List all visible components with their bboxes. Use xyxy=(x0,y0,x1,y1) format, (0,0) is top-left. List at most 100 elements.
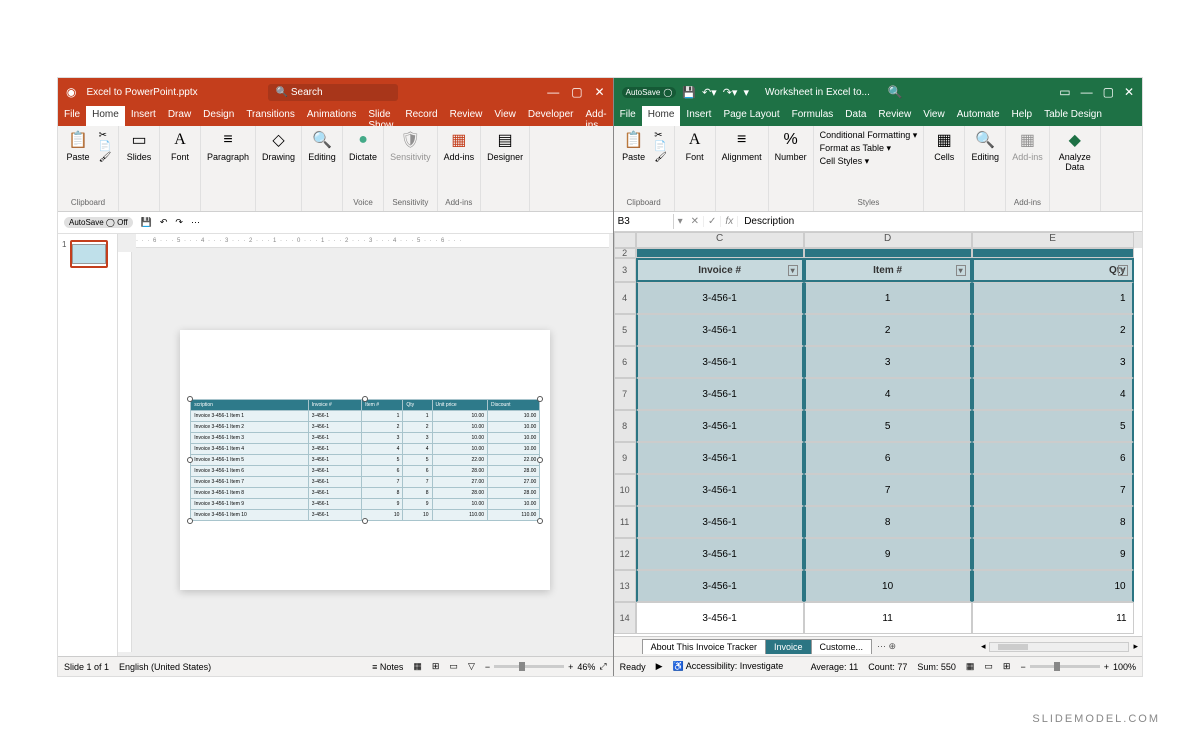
cell-D13[interactable]: 10 xyxy=(804,570,972,602)
row-14[interactable]: 143-456-11111 xyxy=(614,602,1142,634)
view-normal-icon[interactable]: ▦ xyxy=(413,661,422,672)
autosave-toggle[interactable]: AutoSave ◯ Off xyxy=(64,217,133,228)
cell-D2[interactable] xyxy=(804,248,972,258)
lang-status[interactable]: English (United States) xyxy=(119,662,211,672)
selection-handle[interactable] xyxy=(537,518,543,524)
redo-icon[interactable]: ↷▾ xyxy=(723,86,738,99)
ex-tab-view[interactable]: View xyxy=(917,106,951,126)
sensitivity-button[interactable]: 🛡Sensitivity xyxy=(390,130,431,162)
ex-tab-review[interactable]: Review xyxy=(872,106,917,126)
cell-D12[interactable]: 9 xyxy=(804,538,972,570)
view-sorter-icon[interactable]: ⊞ xyxy=(432,661,440,672)
pp-max-icon[interactable]: ▢ xyxy=(571,85,582,99)
pp-tab-add-ins[interactable]: Add-ins xyxy=(579,106,612,126)
row-3[interactable]: 3Invoice #▾Item #▾Qty▾ xyxy=(614,258,1142,282)
pp-tab-slide-show[interactable]: Slide Show xyxy=(362,106,399,126)
ex-zoom-control[interactable]: − + 100% xyxy=(1020,662,1136,672)
view-pagelayout-icon[interactable]: ▭ xyxy=(984,661,993,672)
cell-C11[interactable]: 3-456-1 xyxy=(636,506,804,538)
fx-icon[interactable]: fx xyxy=(721,216,738,227)
undo-icon[interactable]: ↶▾ xyxy=(702,86,717,99)
zoom-control[interactable]: − + 46% ⤢ xyxy=(485,661,607,672)
view-slideshow-icon[interactable]: ▽ xyxy=(468,661,475,672)
cell-E7[interactable]: 4 xyxy=(972,378,1134,410)
sheet-add-button[interactable]: ⋯ ⊕ xyxy=(871,639,902,654)
view-reading-icon[interactable]: ▭ xyxy=(449,661,458,672)
pp-tab-insert[interactable]: Insert xyxy=(125,106,162,126)
row-10[interactable]: 103-456-177 xyxy=(614,474,1142,506)
cell-E3[interactable]: Qty▾ xyxy=(972,258,1134,282)
row-13[interactable]: 133-456-11010 xyxy=(614,570,1142,602)
notes-button[interactable]: ≡ Notes xyxy=(372,662,403,672)
cell-E13[interactable]: 10 xyxy=(972,570,1134,602)
fx-enter-icon[interactable]: ✓ xyxy=(704,216,721,227)
selection-handle[interactable] xyxy=(362,518,368,524)
slide-canvas[interactable]: · · · 6 · · · 5 · · · 4 · · · 3 · · · 2 … xyxy=(118,234,613,656)
cell-E14[interactable]: 11 xyxy=(972,602,1134,634)
cell-E8[interactable]: 5 xyxy=(972,410,1134,442)
row-7[interactable]: 73-456-144 xyxy=(614,378,1142,410)
clipboard-extras[interactable]: ✂📄🖌 xyxy=(98,130,112,163)
col-D[interactable]: D xyxy=(804,232,972,248)
ex-tab-table-design[interactable]: Table Design xyxy=(1038,106,1108,126)
cell-C12[interactable]: 3-456-1 xyxy=(636,538,804,570)
cell-C2[interactable] xyxy=(636,248,804,258)
slide[interactable]: scriptionInvoice #Item #QtyUnit priceDis… xyxy=(180,330,550,590)
font-button[interactable]: AFont xyxy=(166,130,194,162)
pp-tab-animations[interactable]: Animations xyxy=(301,106,362,126)
pp-tab-transitions[interactable]: Transitions xyxy=(240,106,301,126)
ex-number-button[interactable]: %Number xyxy=(775,130,807,162)
ex-search-icon[interactable]: 🔍 xyxy=(888,85,903,99)
ex-font-button[interactable]: AFont xyxy=(681,130,709,162)
drawing-button[interactable]: ◇Drawing xyxy=(262,130,295,162)
view-normal-icon[interactable]: ▦ xyxy=(966,661,975,672)
pp-min-icon[interactable]: — xyxy=(547,85,559,99)
ex-tab-automate[interactable]: Automate xyxy=(951,106,1006,126)
sheet-tab-invoice[interactable]: Invoice xyxy=(765,639,812,654)
ex-tab-formulas[interactable]: Formulas xyxy=(786,106,840,126)
ex-addins-button[interactable]: ▦Add-ins xyxy=(1012,130,1043,162)
ex-max-icon[interactable]: ▢ xyxy=(1103,85,1114,99)
designer-button[interactable]: ▤Designer xyxy=(487,130,523,162)
pp-close-icon[interactable]: ✕ xyxy=(595,85,605,99)
cell-D5[interactable]: 2 xyxy=(804,314,972,346)
name-box[interactable]: B3 xyxy=(614,214,674,229)
cell-E9[interactable]: 6 xyxy=(972,442,1134,474)
pp-tab-review[interactable]: Review xyxy=(444,106,489,126)
cell-C4[interactable]: 3-456-1 xyxy=(636,282,804,314)
selection-handle[interactable] xyxy=(537,396,543,402)
row-12[interactable]: 123-456-199 xyxy=(614,538,1142,570)
slides-button[interactable]: ▭Slides xyxy=(125,130,153,162)
ex-paste-button[interactable]: 📋Paste xyxy=(620,130,648,162)
status-macro-icon[interactable]: ▶ xyxy=(656,661,663,672)
cell-D7[interactable]: 4 xyxy=(804,378,972,410)
pp-tab-design[interactable]: Design xyxy=(197,106,240,126)
ribbon-display-icon[interactable]: ▭ xyxy=(1059,85,1070,99)
fx-cancel-icon[interactable]: ✕ xyxy=(687,216,704,227)
cell-D8[interactable]: 5 xyxy=(804,410,972,442)
ex-clipboard-extras[interactable]: ✂📄🖌 xyxy=(654,130,668,163)
cell-D9[interactable]: 6 xyxy=(804,442,972,474)
pp-tab-file[interactable]: File xyxy=(58,106,86,126)
cell-C13[interactable]: 3-456-1 xyxy=(636,570,804,602)
selection-handle[interactable] xyxy=(187,518,193,524)
ex-tab-file[interactable]: File xyxy=(614,106,642,126)
ex-cells-button[interactable]: ▦Cells xyxy=(930,130,958,162)
cell-D10[interactable]: 7 xyxy=(804,474,972,506)
ex-analyze-button[interactable]: ◆Analyze Data xyxy=(1056,130,1094,172)
pp-tab-draw[interactable]: Draw xyxy=(162,106,197,126)
paragraph-button[interactable]: ≡Paragraph xyxy=(207,130,249,162)
save-icon[interactable]: 💾 xyxy=(682,86,696,99)
row-8[interactable]: 83-456-155 xyxy=(614,410,1142,442)
cell-C3[interactable]: Invoice #▾ xyxy=(636,258,804,282)
row-9[interactable]: 93-456-166 xyxy=(614,442,1142,474)
ex-autosave-toggle[interactable]: AutoSave ◯ xyxy=(622,87,677,98)
ex-tab-help[interactable]: Help xyxy=(1006,106,1039,126)
pp-tab-developer[interactable]: Developer xyxy=(522,106,580,126)
sheet-tab-custome-[interactable]: Custome... xyxy=(811,639,873,654)
column-headers[interactable]: C D E xyxy=(614,232,1142,248)
status-accessibility[interactable]: ♿ Accessibility: Investigate xyxy=(673,661,784,672)
paste-button[interactable]: 📋Paste xyxy=(64,130,92,162)
col-C[interactable]: C xyxy=(636,232,804,248)
cell-D3[interactable]: Item #▾ xyxy=(804,258,972,282)
